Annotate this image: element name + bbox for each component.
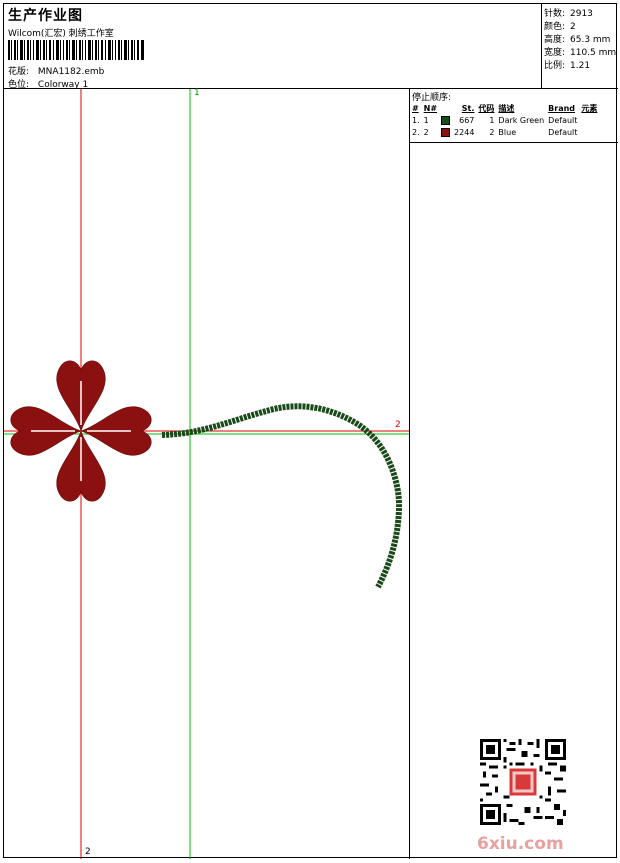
design-canvas: 1 2 2 (4, 88, 409, 859)
table-divider (410, 142, 618, 143)
row-desc: Blue (498, 127, 517, 137)
col-swatch (440, 102, 453, 114)
page-title: 生产作业图 (8, 8, 83, 24)
stat-colors-label: 颜色: (544, 22, 566, 32)
design-file: 花版: MNA1182.emb (8, 64, 104, 77)
stat-stitches-label: 针数: (544, 9, 566, 19)
design-label: 花版: (8, 67, 30, 77)
stat-width-label: 宽度: (544, 48, 566, 58)
red-guide-label-right: 2 (395, 420, 401, 430)
row-index: 1. (412, 115, 420, 125)
stat-height: 高度: 65.3 mm (544, 32, 610, 45)
qr-code-icon (480, 739, 566, 825)
embroidery-preview (4, 89, 409, 859)
col-element: 元素 (581, 103, 598, 113)
studio-name: Wilcom(汇宏) 刺绣工作室 (8, 29, 114, 39)
row-code: 2 (489, 127, 495, 137)
col-n: N# (423, 103, 438, 113)
stat-scale-value: 1.21 (570, 61, 591, 71)
stat-colors-value: 2 (570, 22, 576, 32)
row-swatch (440, 126, 453, 138)
stats-panel: 针数: 2913 颜色: 2 高度: 65.3 mm 宽度: 110.5 mm 比例: 1… (542, 4, 618, 89)
col-desc: 描述 (498, 103, 515, 113)
stat-colors: 颜色: 2 (544, 19, 576, 32)
row-stitches: 2244 (454, 127, 475, 137)
row-index: 2. (412, 127, 420, 137)
row-n: 2 (423, 127, 429, 137)
stat-stitches: 针数: 2913 (544, 6, 593, 19)
production-worksheet: 生产作业图 Wilcom(汇宏) 刺绣工作室 花版: MNA1182.emb 色… (3, 3, 618, 859)
col-index: # (412, 103, 419, 113)
color-swatch (441, 127, 451, 137)
stat-width: 宽度: 110.5 mm (544, 45, 616, 58)
watermark-logo: 6xiu.com (477, 834, 564, 854)
red-guide-label-bottom: 2 (85, 847, 91, 857)
row-desc: Dark Green (498, 115, 545, 125)
col-code: 代码 (478, 103, 495, 113)
stat-height-value: 65.3 mm (570, 35, 611, 45)
stat-scale: 比例: 1.21 (544, 58, 590, 71)
row-brand: Default (548, 127, 578, 137)
row-element (580, 126, 600, 138)
col-brand: Brand (548, 103, 576, 113)
green-guide-label: 1 (194, 88, 200, 98)
stat-stitches-value: 2913 (570, 9, 593, 19)
stem-stitch (161, 403, 403, 589)
row-n: 1 (423, 115, 429, 125)
stat-width-value: 110.5 mm (570, 48, 617, 58)
color-swatch (441, 115, 451, 125)
row-element (580, 114, 600, 126)
header-info: 生产作业图 Wilcom(汇宏) 刺绣工作室 花版: MNA1182.emb 色… (4, 4, 542, 90)
color-table: # N# St. 代码 描述 Brand 元素 1. 1 667 1 Dark … (411, 102, 600, 138)
color-table-header: # N# St. 代码 描述 Brand 元素 (411, 102, 600, 114)
row-stitches: 667 (459, 115, 475, 125)
row-brand: Default (548, 115, 578, 125)
stat-height-label: 高度: (544, 35, 566, 45)
table-row: 1. 1 667 1 Dark Green Default (411, 114, 600, 126)
barcode-icon (8, 40, 144, 60)
stat-scale-label: 比例: (544, 61, 566, 71)
row-code: 1 (489, 115, 495, 125)
stop-sequence-panel: 停止顺序: # N# St. 代码 描述 Brand 元素 1. 1 667 1… (409, 89, 618, 859)
row-swatch (440, 114, 453, 126)
table-row: 2. 2 2244 2 Blue Default (411, 126, 600, 138)
col-stitches: St. (461, 103, 475, 113)
design-value: MNA1182.emb (37, 67, 105, 77)
